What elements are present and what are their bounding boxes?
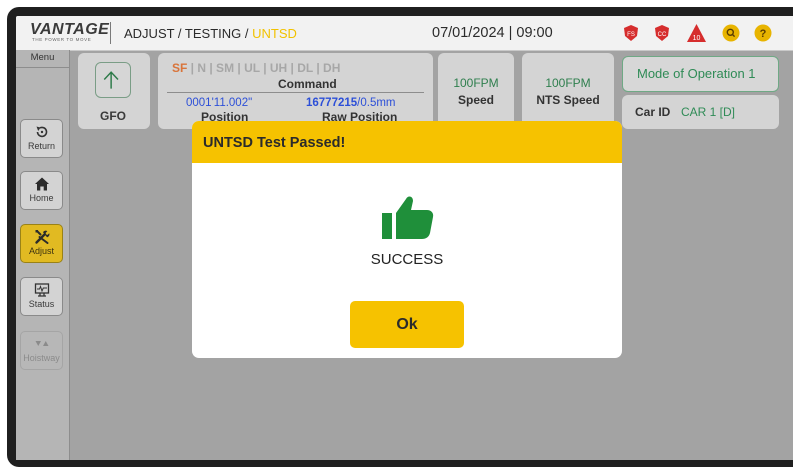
header-divider [110,22,111,44]
sidebar-item-adjust[interactable]: Adjust [20,224,63,263]
sidebar-item-label: Hoistway [23,353,60,363]
car-id-value: CAR 1 [D] [681,105,736,119]
home-icon [34,177,49,191]
raw-position-value: 16777215/0.5mm [306,97,396,109]
sidebar-item-home[interactable]: Home [20,171,63,210]
warning-icon[interactable]: 10 [686,23,707,43]
car-call-icon-label: CC [658,32,667,38]
fire-service-icon[interactable]: FS [622,24,640,42]
date-time: 07/01/2024 | 09:00 [432,25,553,41]
raw-position-number: 16777215 [306,97,358,109]
flag-sf: SF [172,61,188,75]
hoistway-icon [35,341,48,346]
car-call-icon[interactable]: CC [653,24,671,42]
car-id-card: Car ID CAR 1 [D] [622,95,779,129]
top-bar: VANTAGE THE POWER TO MOVE ADJUST / TESTI… [16,16,793,51]
sidebar-item-label: Return [27,141,55,151]
breadcrumb: ADJUST / TESTING / UNTSD [124,26,297,41]
breadcrumb-path: ADJUST / TESTING / [124,26,253,41]
thumbs-up-icon [382,196,434,239]
arrow-up-icon [103,71,119,89]
return-icon [36,126,47,138]
nts-speed-label: NTS Speed [536,93,600,107]
sidebar-item-status[interactable]: Status [20,277,63,316]
speed-value: 100FPM [453,76,499,90]
gfo-label: GFO [100,109,126,123]
speed-card [438,53,514,129]
mode-text: Mode of Operation 1 [637,66,756,81]
side-menu: Menu Return Home Adjust Status Hoistway [16,50,70,460]
raw-position-unit: /0.5mm [357,97,396,109]
mode-of-operation[interactable]: Mode of Operation 1 [622,56,779,92]
tools-icon [34,230,49,244]
flag-list: | N | SM | UL | UH | DL | DH [187,61,341,75]
result-dialog: UNTSD Test Passed! SUCCESS Ok [192,121,622,358]
sidebar-item-hoistway[interactable]: Hoistway [20,331,63,370]
menu-divider [16,67,69,68]
breadcrumb-current: UNTSD [252,26,297,41]
gfo-indicator[interactable] [95,62,131,98]
speed-label: Speed [457,93,494,107]
dialog-header: UNTSD Test Passed! [192,121,622,163]
help-icon[interactable]: ? [754,24,772,42]
warning-icon-label: 10 [693,35,701,42]
sidebar-item-label: Home [29,193,54,203]
sidebar-item-label: Status [28,299,55,309]
nts-speed-card [522,53,614,129]
car-id-label: Car ID [635,105,671,119]
app-screen: VANTAGE THE POWER TO MOVE ADJUST / TESTI… [16,16,793,460]
nts-speed-value: 100FPM [545,76,591,90]
command-label: Command [278,77,337,91]
fire-service-icon-label: FS [627,32,635,38]
brand-logo: VANTAGE THE POWER TO MOVE [30,21,109,45]
monitor-icon [34,283,49,297]
position-value: 0001'11.002" [186,97,253,109]
logo-tagline: THE POWER TO MOVE [32,37,92,42]
command-divider [167,92,424,93]
dialog-title: UNTSD Test Passed! [203,135,346,151]
menu-title: Menu [30,52,55,63]
dialog-status-text: SUCCESS [370,251,444,268]
ok-button[interactable]: Ok [350,301,464,348]
status-flags: SF | N | SM | UL | UH | DL | DH [172,61,340,75]
search-icon[interactable] [722,24,740,42]
help-icon-label: ? [760,28,767,40]
sidebar-item-label: Adjust [28,246,54,256]
sidebar-item-return[interactable]: Return [20,119,63,158]
